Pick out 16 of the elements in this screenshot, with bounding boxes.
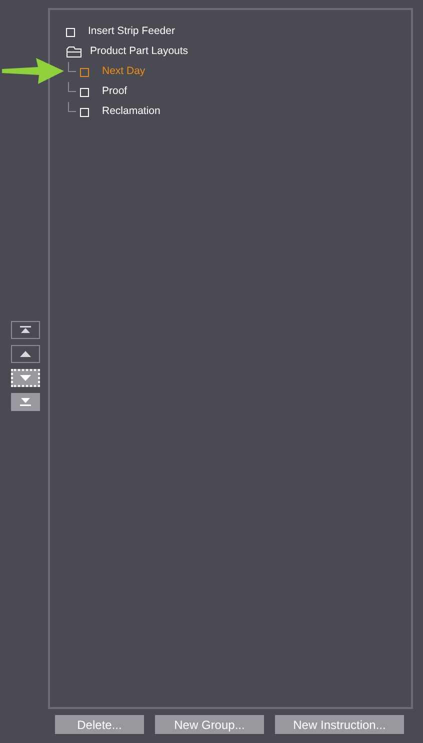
tree-item-label[interactable]: Proof xyxy=(102,84,128,100)
tree-item-label[interactable]: Product Part Layouts xyxy=(90,44,188,60)
move-button[interactable] xyxy=(10,392,40,410)
square-icon xyxy=(80,68,89,76)
tree-item-label[interactable]: Next Day xyxy=(102,64,146,80)
folder-icon xyxy=(66,46,82,58)
square-icon xyxy=(66,28,75,36)
arrow-icon xyxy=(2,57,64,85)
square-icon xyxy=(80,108,89,116)
tree-item-label[interactable]: Reclamation xyxy=(102,104,160,120)
tree-item-label[interactable]: Insert Strip Feeder xyxy=(88,24,175,40)
move-top-icon xyxy=(20,326,30,334)
move-up-icon xyxy=(20,350,30,356)
square-icon xyxy=(80,88,89,96)
move-bottom-icon xyxy=(20,398,30,406)
move-down-icon xyxy=(20,374,30,380)
